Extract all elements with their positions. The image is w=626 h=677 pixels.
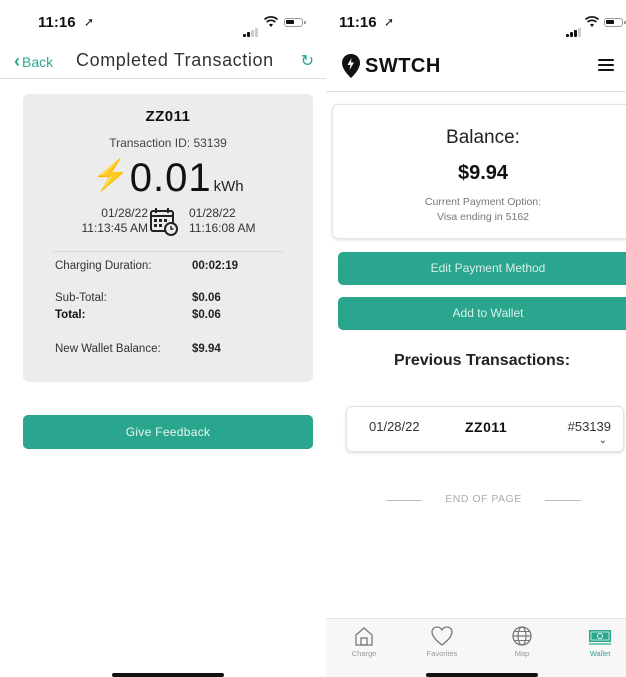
calendar-clock-icon [150, 208, 178, 236]
battery-icon [604, 18, 626, 27]
app-header: SWTCH [326, 48, 626, 90]
transaction-list-item[interactable]: 01/28/22 ZZ011 #53139 ⌄ [346, 406, 624, 452]
tab-bar: Charge Favorites Map Wallet [326, 618, 626, 677]
end-time: 01/28/22 11:16:08 AM [189, 206, 256, 235]
back-label: Back [22, 54, 54, 70]
tab-map[interactable]: Map [492, 625, 552, 658]
divider [53, 251, 283, 252]
balance-card: Balance: $9.94 Current Payment Option: V… [332, 104, 626, 239]
give-feedback-button[interactable]: Give Feedback [23, 415, 313, 449]
status-bar: 11:16 ➚ [0, 0, 326, 40]
transaction-station: ZZ011 [465, 419, 508, 435]
balance-title: Balance: [446, 127, 520, 148]
energy-readout: ⚡0.01 kWh [23, 156, 313, 201]
refresh-icon[interactable]: ↻ [301, 51, 314, 71]
energy-value: 0.01 [129, 156, 212, 200]
back-button[interactable]: ‹ Back [14, 51, 53, 72]
chevron-down-icon[interactable]: ⌄ [599, 435, 607, 446]
payment-option: Current Payment Option: Visa ending in 5… [424, 196, 542, 223]
tab-favorites[interactable]: Favorites [412, 625, 472, 658]
energy-unit: kWh [213, 178, 244, 195]
wifi-icon [585, 16, 599, 27]
chevron-left-icon: ‹ [14, 51, 20, 71]
session-times: 01/28/22 11:13:45 AM 01/28/22 11:16:08 A… [23, 206, 313, 240]
nav-bar: ‹ Back Completed Transaction ↻ [0, 48, 326, 78]
wifi-icon [264, 16, 278, 27]
wallet-balance-row: New Wallet Balance: $9.94 [55, 343, 221, 355]
start-time: 01/28/22 11:13:45 AM [81, 206, 149, 235]
divider [326, 91, 626, 92]
subtotal-row: Sub-Total: $0.06 [55, 292, 221, 304]
heart-icon [431, 626, 453, 646]
previous-transactions-heading: Previous Transactions: [393, 352, 571, 369]
location-arrow-icon: ➚ [384, 15, 395, 29]
balance-amount: $9.94 [457, 162, 509, 184]
location-arrow-icon: ➚ [84, 15, 95, 29]
add-to-wallet-button[interactable]: Add to Wallet [338, 297, 626, 330]
wallet-screen: 11:16 ➚ SWTCH Balance: $9.94 Current Pay… [326, 0, 626, 677]
home-indicator[interactable] [112, 673, 224, 677]
page-title: Completed Transaction [76, 50, 274, 70]
globe-icon [512, 626, 532, 646]
wallet-icon [589, 630, 611, 645]
signal-icon [243, 19, 259, 37]
brand-name: SWTCH [365, 55, 441, 77]
signal-icon [566, 19, 582, 37]
transaction-number: #53139 [567, 419, 611, 434]
completed-transaction-screen: 11:16 ➚ ‹ Back Completed Transaction ↻ ZZ… [0, 0, 326, 677]
transaction-date: 01/28/22 [369, 419, 420, 434]
hamburger-menu-icon[interactable] [598, 59, 614, 71]
transaction-id: Transaction ID: 53139 [109, 136, 227, 150]
tab-wallet[interactable]: Wallet [570, 625, 626, 658]
home-indicator[interactable] [426, 673, 538, 677]
status-bar: 11:16 ➚ [326, 0, 626, 40]
station-name: ZZ011 [145, 108, 191, 125]
tab-charge[interactable]: Charge [334, 625, 394, 658]
home-icon [355, 627, 373, 646]
bolt-icon: ⚡ [92, 159, 130, 192]
end-of-page-marker: END OF PAGE [386, 493, 581, 507]
total-row: Total: $0.06 [55, 309, 221, 321]
divider [0, 78, 326, 79]
edit-payment-method-button[interactable]: Edit Payment Method [338, 252, 626, 285]
battery-icon [284, 18, 306, 27]
location-pin-icon [342, 54, 360, 78]
status-time: 11:16 [38, 14, 76, 31]
status-time: 11:16 [339, 14, 377, 31]
duration-row: Charging Duration: 00:02:19 [55, 260, 239, 272]
transaction-card: ZZ011 Transaction ID: 53139 ⚡0.01 kWh 01/… [23, 94, 313, 382]
